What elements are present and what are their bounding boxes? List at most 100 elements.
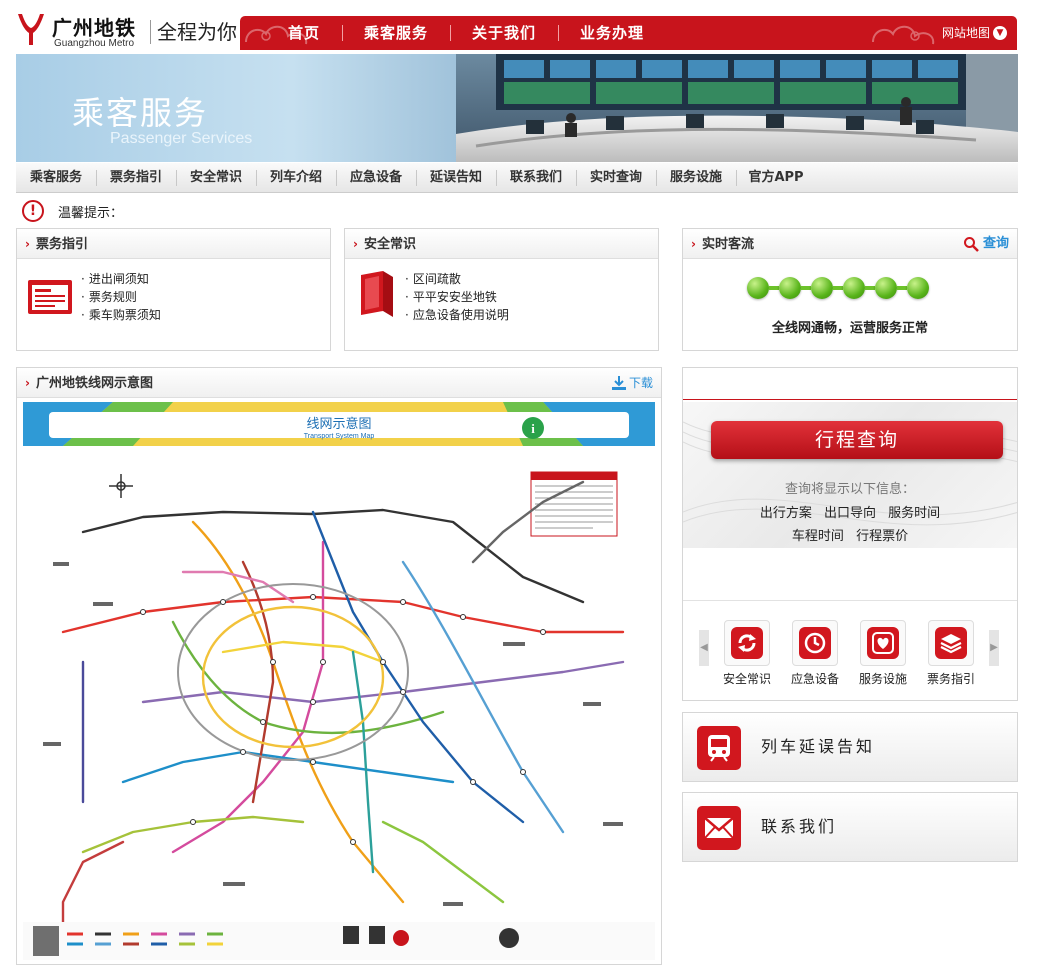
download-icon <box>611 376 626 390</box>
ticket-icon <box>28 280 72 314</box>
panel-header: › 实时客流 查询 <box>683 229 1017 259</box>
panel-title[interactable]: › 实时客流 <box>691 229 754 260</box>
status-dot <box>843 277 865 299</box>
mail-icon <box>697 806 741 850</box>
status-dot <box>779 277 801 299</box>
layers-icon <box>935 627 967 659</box>
status-dot <box>875 277 897 299</box>
trip-query-hint: 查询将显示以下信息： <box>784 482 915 497</box>
trip-options-row: 出行方案 出口导向 服务时间 <box>683 502 1017 521</box>
status-dot <box>907 277 929 299</box>
quick-link-emergency[interactable]: 应急设备 <box>789 620 841 687</box>
panel-header: › 票务指引 <box>17 229 330 259</box>
trip-query-button[interactable]: 行程查询 <box>711 421 1003 459</box>
chevron-right-icon: › <box>25 237 30 251</box>
train-delay-card[interactable]: 列车延误告知 <box>682 712 1018 782</box>
subnav-train-intro[interactable]: 列车介绍 <box>256 163 336 192</box>
brand-name: 广州地铁 <box>52 16 136 40</box>
nav-home[interactable]: 首页 <box>266 16 342 50</box>
subnav-safety[interactable]: 安全常识 <box>176 163 256 192</box>
list-item[interactable]: 进出闸须知 <box>81 270 161 288</box>
list-item[interactable]: 应急设备使用说明 <box>405 306 509 324</box>
notice-bar: ! 温馨提示： <box>22 199 123 223</box>
trip-option[interactable]: 车程时间 <box>792 529 844 544</box>
subnav-realtime[interactable]: 实时查询 <box>576 163 656 192</box>
subnav-app[interactable]: 官方APP <box>736 163 816 192</box>
chevron-down-icon: ▼ <box>993 26 1007 40</box>
list-item[interactable]: 区间疏散 <box>405 270 509 288</box>
site-logo[interactable]: 广州地铁 Guangzhou Metro <box>16 10 144 50</box>
chevron-right-icon: › <box>25 376 30 390</box>
carousel-prev-button[interactable]: ◀ <box>699 630 709 666</box>
status-dot <box>747 277 769 299</box>
banner-title: 乘客服务 <box>72 94 209 132</box>
book-icon <box>361 271 393 317</box>
trip-option[interactable]: 行程票价 <box>856 529 908 544</box>
panel-title[interactable]: › 票务指引 <box>25 229 88 260</box>
realtime-flow-panel: › 实时客流 查询 全线网通畅，运营服务正常 <box>682 228 1018 351</box>
top-navbar: 首页 乘客服务 关于我们 业务办理 网站地图 ▼ <box>240 16 1017 50</box>
subnav-contact[interactable]: 联系我们 <box>496 163 576 192</box>
nav-business[interactable]: 业务办理 <box>558 16 666 50</box>
refresh-icon <box>731 627 763 659</box>
trip-option[interactable]: 服务时间 <box>888 506 940 521</box>
heart-icon <box>867 627 899 659</box>
ticket-link-list: 进出闸须知 票务规则 乘车购票须知 <box>81 270 161 324</box>
train-delay-label: 列车延误告知 <box>761 737 876 756</box>
metro-logo-icon <box>18 14 44 45</box>
panel-header: › 广州地铁线网示意图 下载 <box>17 368 661 398</box>
query-link[interactable]: 查询 <box>963 229 1009 259</box>
metro-network-map[interactable]: 线网示意图 Transport System Map i <box>23 402 655 960</box>
train-icon <box>697 726 741 770</box>
chevron-right-icon: › <box>353 237 358 251</box>
list-item[interactable]: 平平安安坐地铁 <box>405 288 509 306</box>
quick-link-facilities[interactable]: 服务设施 <box>857 620 909 687</box>
search-icon <box>963 237 979 252</box>
panel-title[interactable]: › 广州地铁线网示意图 <box>25 368 153 399</box>
top-nav-items: 首页 乘客服务 关于我们 业务办理 <box>266 16 666 50</box>
notice-label: 温馨提示： <box>58 205 124 221</box>
ticket-guide-panel: ›票务指引 进出闸须知 票务规则 乘车购票须知 <box>16 228 331 351</box>
sub-navbar: 乘客服务 票务指引 安全常识 列车介绍 应急设备 延误告知 联系我们 实时查询 … <box>16 163 1018 193</box>
carousel-next-button[interactable]: ▶ <box>989 630 999 666</box>
svg-text:i: i <box>531 421 535 436</box>
safety-link-list: 区间疏散 平平安安坐地铁 应急设备使用说明 <box>405 270 509 324</box>
panel-title[interactable]: › 安全常识 <box>353 229 416 260</box>
page-banner: 乘客服务 Passenger Services <box>16 54 1018 162</box>
status-dot <box>811 277 833 299</box>
nav-passenger-service[interactable]: 乘客服务 <box>342 16 450 50</box>
divider <box>683 600 1017 601</box>
chevron-right-icon: › <box>691 237 696 251</box>
trip-options-row: 车程时间 行程票价 <box>683 525 1017 544</box>
trip-panel-top <box>683 368 1017 400</box>
banner-subtitle: Passenger Services <box>110 130 253 147</box>
network-map-panel: › 广州地铁线网示意图 下载 线网示意图 Transport System Map… <box>16 367 662 965</box>
subnav-ticket-guide[interactable]: 票务指引 <box>96 163 176 192</box>
clock-icon <box>799 627 831 659</box>
quick-link-label: 应急设备 <box>790 672 839 686</box>
quick-link-safety[interactable]: 安全常识 <box>721 620 773 687</box>
list-item[interactable]: 乘车购票须知 <box>81 306 161 324</box>
safety-panel: ›安全常识 区间疏散 平平安安坐地铁 应急设备使用说明 <box>344 228 659 351</box>
trip-query-panel: 行程查询 查询将显示以下信息： 出行方案 出口导向 服务时间 车程时间 行程票价… <box>682 367 1018 701</box>
network-status-text: 全线网通畅，运营服务正常 <box>771 321 928 336</box>
brand-slogan: 全程为你 <box>150 20 237 44</box>
line-status-dots <box>747 277 929 299</box>
quick-link-label: 服务设施 <box>858 672 907 686</box>
contact-us-card[interactable]: 联系我们 <box>682 792 1018 862</box>
subnav-delay[interactable]: 延误告知 <box>416 163 496 192</box>
nav-about-us[interactable]: 关于我们 <box>450 16 558 50</box>
subnav-passenger-service[interactable]: 乘客服务 <box>16 163 96 192</box>
subnav-facilities[interactable]: 服务设施 <box>656 163 736 192</box>
trip-option[interactable]: 出行方案 <box>760 506 812 521</box>
download-link[interactable]: 下载 <box>611 368 653 398</box>
map-title-en: Transport System Map <box>304 433 375 440</box>
contact-us-label: 联系我们 <box>761 817 838 836</box>
subnav-emergency[interactable]: 应急设备 <box>336 163 416 192</box>
sitemap-link[interactable]: 网站地图 ▼ <box>942 16 1007 50</box>
list-item[interactable]: 票务规则 <box>81 288 161 306</box>
panel-header: › 安全常识 <box>345 229 658 259</box>
quick-link-label: 票务指引 <box>926 672 975 686</box>
trip-option[interactable]: 出口导向 <box>824 506 876 521</box>
quick-link-ticket[interactable]: 票务指引 <box>925 620 977 687</box>
